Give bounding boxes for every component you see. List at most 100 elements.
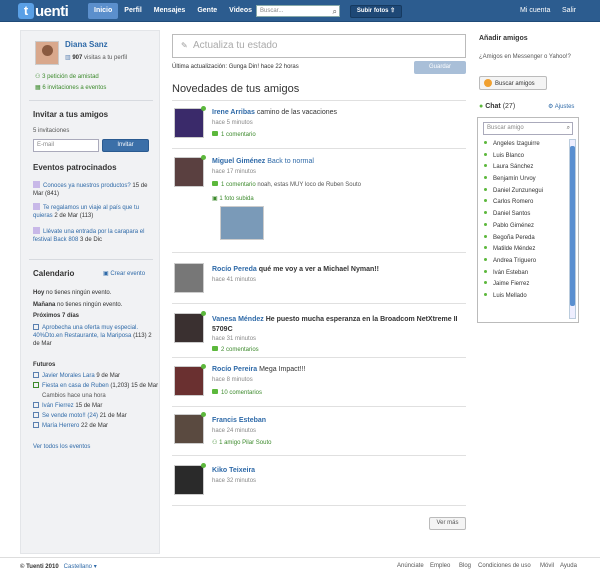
nav-inicio[interactable]: Inicio (88, 3, 119, 19)
sponsored-event[interactable]: Te regalamos un viaje al país que tu qui… (33, 203, 151, 220)
friend-name[interactable]: Francis Esteban (212, 417, 266, 424)
online-indicator (484, 187, 487, 191)
friend-requests-link[interactable]: ⚇ 3 petición de amistad (35, 73, 99, 80)
chat-contact[interactable]: Jaime Fierrez (484, 279, 568, 291)
friend-avatar[interactable] (174, 313, 204, 343)
footer-link[interactable]: Anúnciate (397, 563, 424, 569)
chat-contact[interactable]: Carlos Romero (484, 197, 568, 209)
chat-scrollbar[interactable] (569, 139, 576, 319)
future-event-title[interactable]: Fiesta en casa de Ruben (42, 383, 109, 389)
friend-name[interactable]: Irene Arribas (212, 109, 255, 116)
footer-link[interactable]: Ayuda (560, 563, 577, 569)
friend-name[interactable]: Rocío Pereira (212, 366, 257, 373)
future-event-title[interactable]: Se vende moto!! (24) (42, 413, 98, 419)
chat-contact[interactable]: Laura Sánchez (484, 162, 568, 174)
footer-link[interactable]: Empleo (430, 563, 450, 569)
comments-link[interactable]: 2 comentarios (212, 346, 259, 353)
comments-link[interactable]: 1 comentario noah, estas MUY loco de Rub… (212, 181, 361, 188)
all-events-link[interactable]: Ver todos los eventos (33, 443, 157, 451)
friend-name[interactable]: Vanesa Méndez (212, 316, 264, 323)
sponsored-event-title[interactable]: Conoces ya nuestros productos? (43, 183, 131, 189)
friend-avatar[interactable] (174, 157, 204, 187)
nav-mensajes[interactable]: Mensajes (148, 3, 192, 19)
nav-perfil[interactable]: Perfil (118, 3, 148, 19)
logout-link[interactable]: Salir (562, 3, 576, 19)
chat-contact[interactable]: Andrea Triguero (484, 256, 568, 268)
chat-contact[interactable]: Daniel Zunzunegui (484, 186, 568, 198)
today-label: Hoy (33, 290, 45, 296)
chat-contact[interactable]: Luis Mellado (484, 291, 568, 303)
chat-search-input[interactable]: Buscar amigo ⌕ (483, 122, 573, 135)
friend-avatar[interactable] (174, 414, 204, 444)
new-friend-name[interactable]: Pilar Souto (242, 440, 271, 446)
friend-avatar[interactable] (174, 108, 204, 138)
chat-settings-link[interactable]: ⚙ Ajustes (548, 103, 574, 110)
friend-avatar[interactable] (174, 263, 204, 293)
nav-videos[interactable]: Videos (223, 3, 258, 19)
future-event-date: 15 de Mar (75, 403, 103, 409)
comment-icon (212, 389, 218, 394)
account-link[interactable]: Mi cuenta (520, 3, 550, 19)
chat-contact[interactable]: Daniel Santos (484, 209, 568, 221)
language-selector[interactable]: Castellano (64, 564, 92, 570)
future-event[interactable]: Javier Morales Lara 9 de Mar (33, 372, 157, 380)
status-text: camino de las vacaciones (256, 109, 338, 116)
chat-contact[interactable]: Angeles Izaguirre (484, 139, 568, 151)
see-more-button[interactable]: Ver más (429, 517, 466, 530)
future-event-title[interactable]: María Herrero (42, 423, 79, 429)
nav-gente[interactable]: Gente (191, 3, 223, 19)
status-input[interactable]: ✎ Actualiza tu estado (172, 34, 466, 58)
event-invites-link[interactable]: ▦ 6 invitaciones a eventos (35, 84, 106, 91)
save-status-button[interactable]: Guardar (414, 61, 466, 74)
friendship-link[interactable]: ⚇ 1 amigo Pilar Souto (212, 439, 271, 446)
tuenti-logo[interactable]: t uenti (18, 3, 69, 20)
friend-name[interactable]: Miguel Giménez (212, 158, 265, 165)
timestamp: hace 5 minutos (212, 120, 253, 126)
chat-contact-name: Luis Blanco (493, 152, 525, 159)
online-indicator (484, 222, 487, 226)
email-field[interactable]: E-mail (33, 139, 99, 152)
upload-photos-button[interactable]: Subir fotos ⇧ (350, 5, 402, 18)
future-event-title[interactable]: Javier Morales Lara (42, 373, 95, 379)
search-input[interactable]: Buscar... ⌕ (256, 5, 340, 17)
chat-contact[interactable]: Pablo Giménez (484, 221, 568, 233)
chat-contact[interactable]: Begoña Pereda (484, 233, 568, 245)
friend-name[interactable]: Kiko Teixeira (212, 467, 255, 474)
friend-avatar[interactable] (174, 366, 204, 396)
status-placeholder: Actualiza tu estado (193, 40, 278, 51)
chevron-down-icon[interactable]: ▾ (94, 564, 97, 570)
avatar[interactable] (35, 41, 59, 65)
footer-link[interactable]: Blog (459, 563, 471, 569)
friend-name[interactable]: Rocío Pereda (212, 266, 257, 273)
sponsored-event[interactable]: Conoces ya nuestros productos? 15 de Mar… (33, 181, 151, 198)
future-event-date: (1,203) 15 de Mar (110, 383, 159, 389)
chat-contact[interactable]: Luis Blanco (484, 151, 568, 163)
sponsored-event[interactable]: Llévate una entrada por la carapara el f… (33, 227, 151, 244)
future-event[interactable]: Se vende moto!! (24) 21 de Mar (33, 412, 157, 420)
future-event[interactable]: Fiesta en casa de Ruben (1,203) 15 de Ma… (33, 382, 159, 390)
search-icon[interactable]: ⌕ (333, 7, 337, 16)
chat-contact[interactable]: Iván Esteban (484, 268, 568, 280)
future-event-title[interactable]: Iván Fierrez (42, 403, 74, 409)
future-event[interactable]: María Herrero 22 de Mar (33, 422, 157, 430)
calendar-tomorrow: Mañana no tienes ningún evento. (33, 301, 157, 309)
search-friends-button[interactable]: Buscar amigos (479, 76, 547, 90)
next7-event[interactable]: Aprobecha una oferta muy especial. 40%Dt… (33, 324, 153, 348)
footer-link[interactable]: Móvil (540, 563, 554, 569)
footer-link[interactable]: Condiciones de uso (478, 563, 531, 569)
comments-link[interactable]: 10 comentarios (212, 389, 262, 396)
photo-upload-link[interactable]: ▣ 1 foto subida (212, 195, 254, 202)
next7-event-title[interactable]: Aprobecha una oferta muy especial. 40%Dt… (33, 325, 138, 339)
friend-avatar[interactable] (174, 465, 204, 495)
sponsored-title: Eventos patrocinados (33, 163, 117, 172)
uploaded-photo-thumbnail[interactable] (220, 206, 264, 240)
chat-contact[interactable]: Benjamín Urvoy (484, 174, 568, 186)
invite-button[interactable]: Invitar (102, 139, 149, 152)
scrollbar-thumb[interactable] (570, 146, 575, 306)
search-icon[interactable]: ⌕ (567, 123, 570, 134)
profile-name[interactable]: Diana Sanz (65, 40, 108, 49)
future-event[interactable]: Iván Fierrez 15 de Mar (33, 402, 157, 410)
comments-link[interactable]: 1 comentario (212, 131, 256, 138)
create-event-link[interactable]: ▣ Crear evento (103, 270, 145, 277)
chat-contact[interactable]: Matilde Méndez (484, 244, 568, 256)
